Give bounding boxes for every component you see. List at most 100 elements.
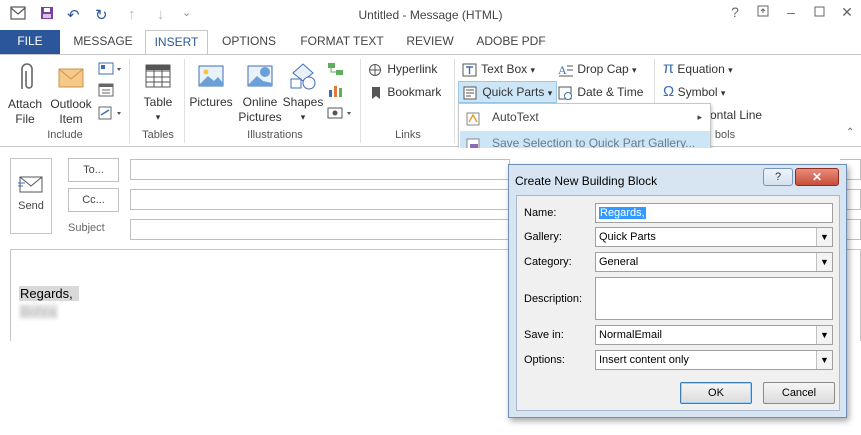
- bookmark-button[interactable]: Bookmark: [368, 84, 441, 100]
- group-include-label: Include: [47, 129, 83, 141]
- dialog-close-button[interactable]: ✕: [795, 168, 839, 186]
- screenshot-button[interactable]: [327, 105, 355, 124]
- to-button[interactable]: To...: [68, 158, 119, 182]
- save-in-select[interactable]: NormalEmail ▼: [595, 325, 833, 345]
- to-field[interactable]: [130, 159, 510, 180]
- online-label-2: Pictures: [238, 110, 282, 124]
- gallery-select[interactable]: Quick Parts ▼: [595, 227, 833, 247]
- group-links-label: Links: [395, 129, 421, 141]
- category-value: General: [599, 256, 639, 268]
- quick-parts-button[interactable]: Quick Parts ▾: [458, 81, 558, 103]
- attach-file-button[interactable]: Attach File: [4, 61, 46, 127]
- quick-parts-label: Quick Parts: [482, 85, 545, 99]
- dropdown-arrow-icon[interactable]: ▼: [816, 228, 832, 246]
- calendar-button[interactable]: [98, 82, 118, 101]
- smartart-icon: [328, 63, 343, 75]
- help-button[interactable]: ?: [722, 4, 748, 20]
- autotext-label: AutoText: [492, 110, 539, 124]
- dropdown-arrow-icon[interactable]: ▼: [816, 326, 832, 344]
- minimize-button[interactable]: –: [778, 4, 804, 20]
- online-pictures-button[interactable]: Online Pictures: [238, 61, 282, 125]
- tab-insert[interactable]: INSERT: [145, 30, 208, 55]
- outlook-label-2: Item: [59, 112, 83, 126]
- paperclip-icon: [21, 63, 33, 89]
- screenshot-icon: [327, 107, 351, 119]
- equation-label: Equation: [677, 62, 725, 76]
- description-label: Description:: [524, 293, 583, 305]
- hyperlink-button[interactable]: Hyperlink: [368, 61, 437, 77]
- text-box-icon: [462, 63, 477, 77]
- subject-field[interactable]: [130, 219, 510, 240]
- group-tables-label: Tables: [142, 129, 174, 141]
- symbol-dropdown-icon: ▾: [720, 88, 726, 98]
- tab-file[interactable]: FILE: [0, 30, 60, 54]
- name-value: Regards,: [599, 207, 646, 219]
- envelope-icon: [58, 68, 84, 88]
- drop-cap-button[interactable]: A Drop Cap ▾: [558, 61, 637, 78]
- table-dropdown-arrow-icon: ▾: [155, 112, 161, 122]
- options-select[interactable]: Insert content only ▼: [595, 350, 833, 370]
- tab-message[interactable]: MESSAGE: [62, 30, 144, 54]
- maximize-button[interactable]: [806, 4, 832, 20]
- description-input[interactable]: [595, 277, 833, 320]
- cc-field[interactable]: [130, 189, 510, 210]
- date-time-button[interactable]: Date & Time: [558, 84, 643, 100]
- send-label: Send: [18, 200, 44, 212]
- dropdown-arrow-icon[interactable]: ▼: [816, 351, 832, 369]
- horizontal-line-button[interactable]: ontal Line: [710, 107, 762, 123]
- picture-icon: [198, 65, 224, 87]
- shapes-dropdown-arrow-icon: ▾: [300, 112, 306, 122]
- signature-button[interactable]: [98, 105, 124, 124]
- date-time-icon: [558, 86, 572, 100]
- symbol-label: Symbol: [677, 85, 718, 99]
- ribbon-display-button[interactable]: [750, 4, 776, 20]
- omega-icon: Ω: [663, 83, 675, 100]
- business-card-button[interactable]: [98, 61, 124, 80]
- globe-link-icon: [369, 63, 381, 76]
- chart-button[interactable]: [327, 82, 349, 101]
- tab-options[interactable]: OPTIONS: [210, 30, 288, 54]
- text-box-button[interactable]: Text Box ▾: [462, 61, 535, 78]
- dropdown-arrow-icon[interactable]: ▼: [816, 253, 832, 271]
- ok-button[interactable]: OK: [680, 382, 752, 404]
- category-select[interactable]: General ▼: [595, 252, 833, 272]
- dialog-help-button[interactable]: ?: [763, 168, 793, 186]
- attach-label-2: File: [15, 112, 35, 126]
- group-illustrations-label: Illustrations: [247, 129, 303, 141]
- online-label-1: Online: [242, 95, 278, 109]
- bookmark-icon: [372, 86, 380, 99]
- name-label: Name:: [524, 207, 557, 219]
- ribbon-tabs: FILE MESSAGE INSERT OPTIONS FORMAT TEXT …: [0, 30, 861, 55]
- symbol-button[interactable]: Ω Symbol ▾: [663, 84, 725, 101]
- tab-review[interactable]: REVIEW: [398, 30, 462, 54]
- menu-item-autotext[interactable]: AutoText ▸: [460, 105, 710, 130]
- outlook-item-button[interactable]: Outlook Item: [48, 61, 94, 127]
- gallery-value: Quick Parts: [599, 231, 656, 243]
- shapes-button[interactable]: Shapes ▾: [282, 61, 324, 125]
- equation-button[interactable]: π Equation ▾: [663, 61, 733, 78]
- close-button[interactable]: ✕: [834, 4, 860, 21]
- drop-cap-label: Drop Cap: [577, 62, 629, 76]
- equation-dropdown-icon: ▾: [728, 65, 733, 75]
- attach-label-1: Attach: [7, 97, 43, 111]
- group-separator: [129, 59, 130, 143]
- group-separator: [454, 59, 455, 143]
- table-icon: [145, 64, 171, 88]
- ribbon: Attach File Outlook Item Include Table ▾…: [0, 54, 861, 147]
- tab-adobe-pdf[interactable]: ADOBE PDF: [468, 30, 554, 54]
- table-button[interactable]: Table ▾: [138, 61, 178, 125]
- save-in-value: NormalEmail: [599, 329, 662, 341]
- group-symbols-label: bols: [714, 129, 736, 141]
- outlook-label-1: Outlook: [50, 97, 92, 111]
- send-button[interactable]: Send: [10, 158, 52, 234]
- name-input[interactable]: Regards,: [595, 203, 833, 223]
- pictures-button[interactable]: Pictures: [188, 61, 234, 110]
- pi-icon: π: [663, 60, 675, 77]
- tab-format-text[interactable]: FORMAT TEXT: [292, 30, 392, 54]
- cc-button[interactable]: Cc...: [68, 188, 119, 212]
- hyperlink-label: Hyperlink: [387, 62, 438, 76]
- quick-parts-dropdown-icon: ▾: [547, 88, 553, 98]
- smartart-button[interactable]: [327, 61, 349, 80]
- collapse-ribbon-icon[interactable]: ⌃: [846, 127, 854, 138]
- cancel-button[interactable]: Cancel: [763, 382, 835, 404]
